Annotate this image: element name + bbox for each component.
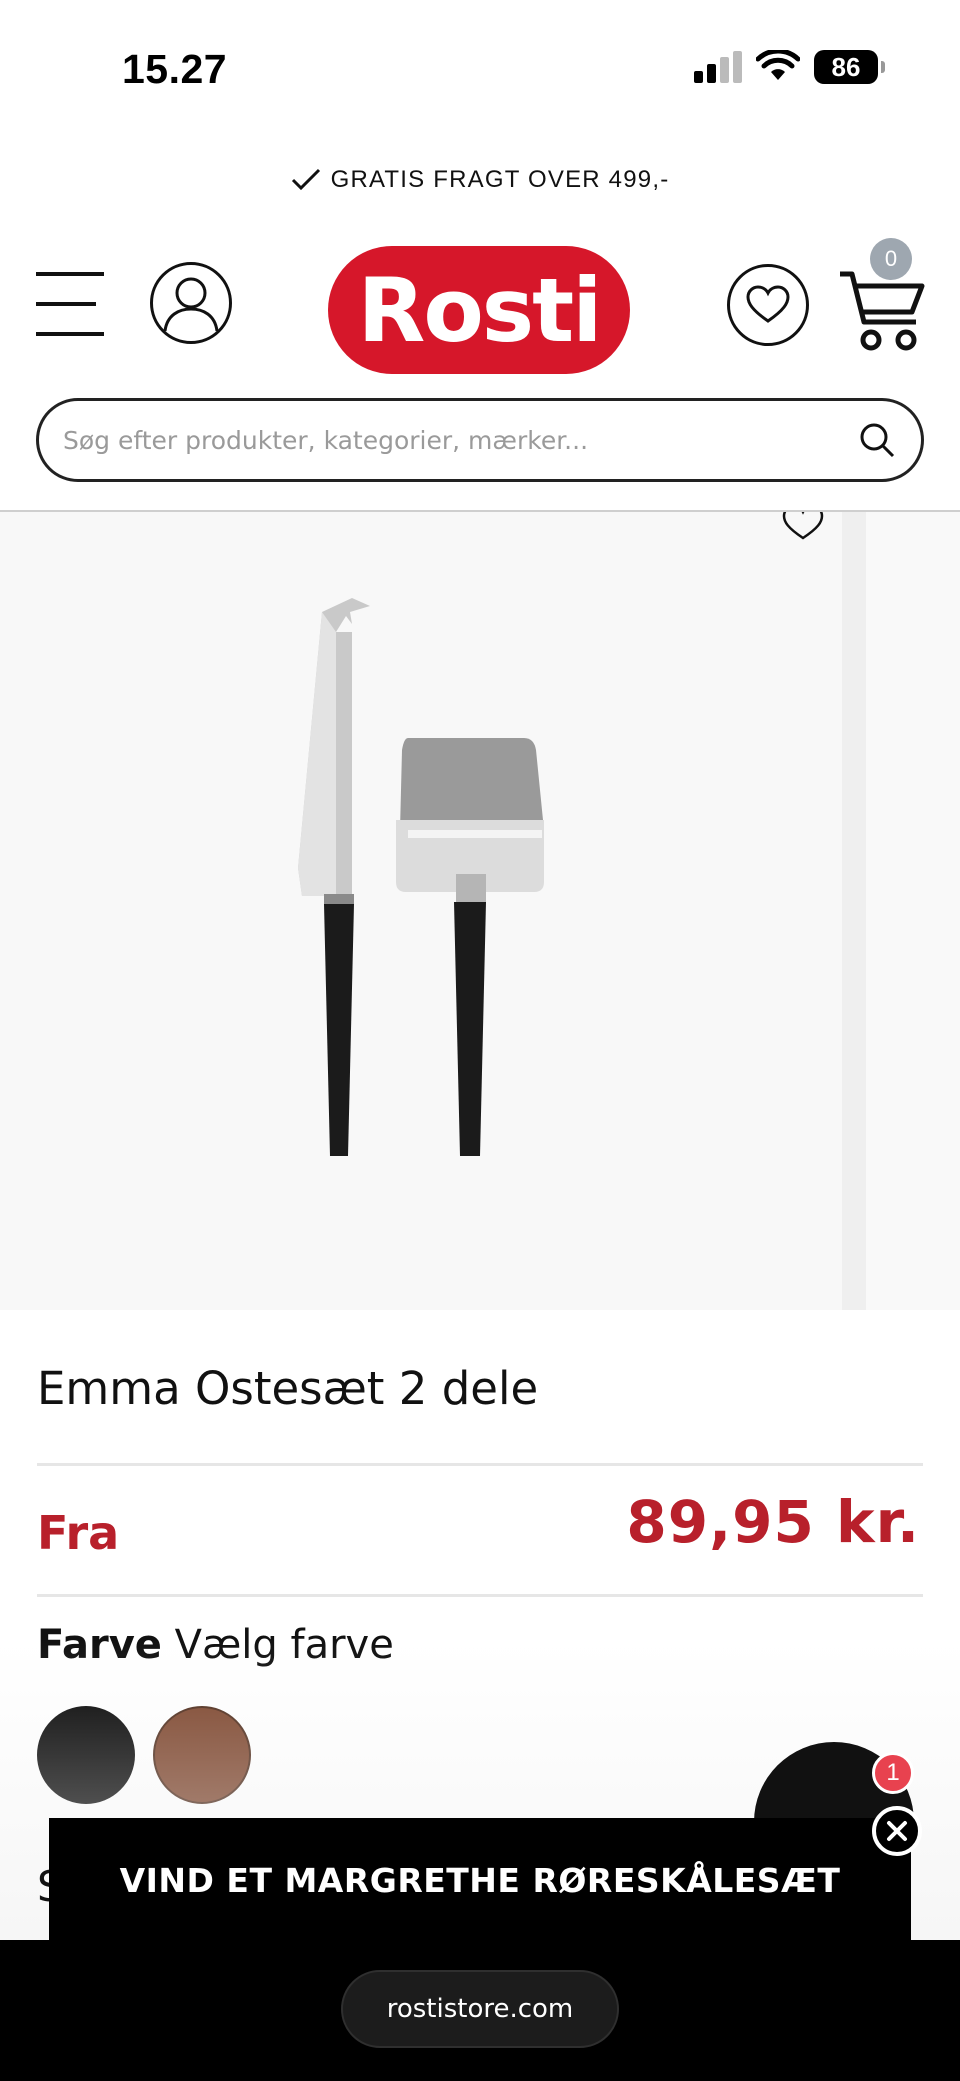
wishlist-button[interactable] xyxy=(727,264,809,346)
status-time: 15.27 xyxy=(122,46,228,92)
status-indicators: 86 xyxy=(694,50,885,84)
close-banner-button[interactable] xyxy=(872,1806,922,1856)
color-selector-label: Farve Vælg farve xyxy=(37,1622,394,1668)
divider xyxy=(37,1594,923,1597)
banner-text: VIND ET MARGRETHE RØRESKÅLESÆT xyxy=(119,1860,841,1900)
product-title: Emma Ostesæt 2 dele xyxy=(37,1362,539,1415)
product-image xyxy=(298,598,544,1156)
swatch-black[interactable] xyxy=(37,1706,135,1804)
swatch-brown[interactable] xyxy=(153,1706,251,1804)
url-text: rostistore.com xyxy=(386,1994,574,2024)
checkmark-icon xyxy=(291,168,320,191)
next-image-peek-bg xyxy=(866,512,960,1310)
giveaway-banner[interactable]: VIND ET MARGRETHE RØRESKÅLESÆT xyxy=(49,1818,911,1942)
color-value: Vælg farve xyxy=(174,1622,394,1668)
account-button[interactable] xyxy=(150,262,232,344)
free-shipping-promo: GRATIS FRAGT OVER 499,- xyxy=(0,160,960,200)
heart-icon xyxy=(746,285,790,323)
rosti-logo[interactable]: Rosti xyxy=(328,246,630,374)
site-header: Rosti 0 xyxy=(0,238,960,374)
cellular-signal-icon xyxy=(694,51,742,83)
user-icon xyxy=(163,277,219,332)
search-bar[interactable] xyxy=(36,398,924,482)
wifi-icon xyxy=(756,50,800,80)
battery-icon: 86 xyxy=(814,50,885,84)
status-bar: 15.27 86 xyxy=(0,0,960,130)
color-label: Farve xyxy=(37,1622,162,1668)
product-image-gallery[interactable] xyxy=(0,512,960,1310)
close-icon xyxy=(887,1821,907,1841)
logo-text: Rosti xyxy=(357,258,603,362)
battery-level: 86 xyxy=(831,51,861,82)
promo-text: GRATIS FRAGT OVER 499,- xyxy=(330,166,670,193)
search-icon[interactable] xyxy=(857,420,897,460)
next-image-peek xyxy=(842,512,866,1310)
menu-button[interactable] xyxy=(36,272,106,336)
favorite-heart-icon[interactable] xyxy=(778,512,828,548)
cart-count-badge: 0 xyxy=(870,238,912,280)
price-prefix: Fra xyxy=(37,1506,120,1560)
product-price: 89,95 kr. xyxy=(626,1488,920,1556)
chat-notification-badge: 1 xyxy=(872,1752,914,1794)
search-input[interactable] xyxy=(63,425,857,455)
divider xyxy=(37,1463,923,1466)
url-bar[interactable]: rostistore.com xyxy=(341,1970,619,2048)
